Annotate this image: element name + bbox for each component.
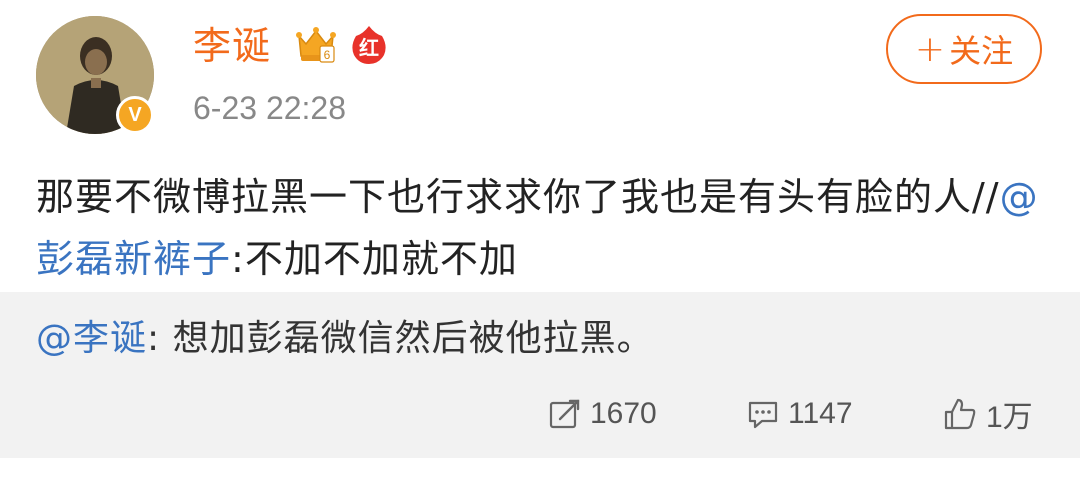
repost-button[interactable]: 1670	[548, 386, 657, 442]
hong-badge-icon[interactable]: 红	[348, 24, 390, 66]
repost-box[interactable]: @李诞: 想加彭磊微信然后被他拉黑。 1670 1147 1万	[0, 292, 1080, 458]
bottom-divider	[0, 458, 1080, 477]
plus-icon: +	[914, 28, 946, 70]
verified-badge-icon: V	[116, 96, 154, 134]
post-header: V 李诞 6 红 6-23 22:28 + 关注	[0, 0, 1080, 160]
post-body-quote: :不加不加就不加	[231, 237, 518, 281]
like-button[interactable]: 1万	[942, 386, 1033, 442]
comment-button[interactable]: 1147	[746, 386, 853, 442]
post-body-text: 那要不微博拉黑一下也行求求你了我也是有头有脸的人//	[36, 175, 1000, 219]
thumbs-up-icon	[944, 398, 976, 430]
like-count: 1万	[986, 401, 1033, 434]
follow-label: 关注	[949, 32, 1014, 70]
repost-content: @李诞: 想加彭磊微信然后被他拉黑。	[36, 314, 654, 364]
action-bar: 1670 1147 1万	[0, 386, 1080, 442]
avatar-container[interactable]: V	[36, 16, 154, 134]
post-body: 那要不微博拉黑一下也行求求你了我也是有头有脸的人//@彭磊新裤子:不加不加就不加	[36, 166, 1046, 290]
user-name[interactable]: 李诞	[193, 20, 271, 72]
follow-button[interactable]: + 关注	[886, 14, 1042, 84]
comment-icon	[748, 401, 778, 429]
repost-icon	[549, 399, 580, 429]
repost-count: 1670	[590, 397, 657, 430]
comment-count: 1147	[788, 397, 853, 430]
verified-mark: V	[128, 104, 142, 126]
member-crown-icon[interactable]: 6	[293, 22, 339, 68]
hong-text: 红	[359, 36, 379, 60]
crown-level-text: 6	[324, 48, 331, 62]
repost-text: : 想加彭磊微信然后被他拉黑。	[147, 318, 654, 359]
post-timestamp: 6-23 22:28	[193, 90, 347, 126]
repost-mention-link[interactable]: @李诞	[36, 318, 147, 359]
